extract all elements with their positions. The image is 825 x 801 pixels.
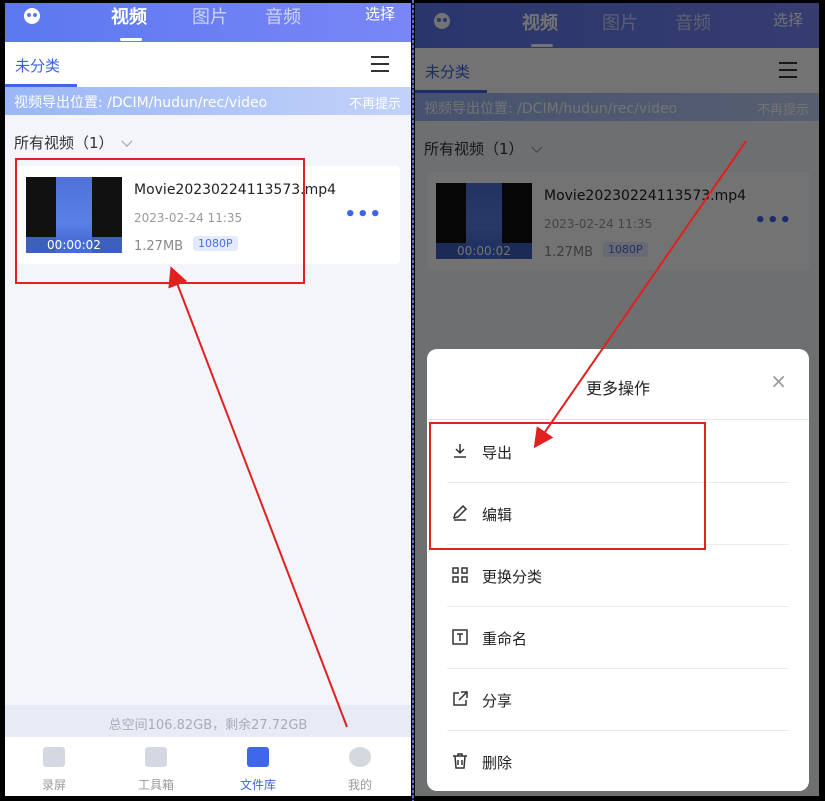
arrow-to-export-action: [533, 140, 747, 449]
arrow-to-video-card: [168, 266, 348, 728]
annotation-arrows: [168, 140, 747, 728]
